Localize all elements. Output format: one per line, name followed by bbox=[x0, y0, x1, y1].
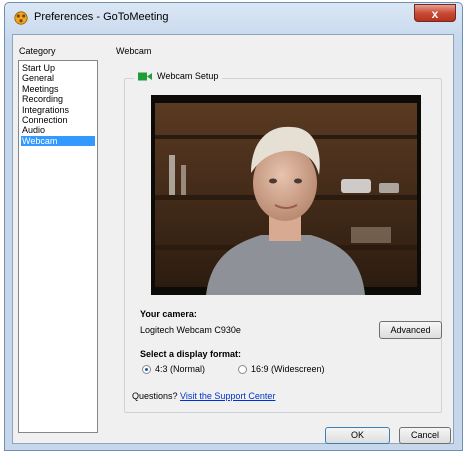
webcam-preview bbox=[151, 95, 421, 295]
category-item-meetings[interactable]: Meetings bbox=[21, 84, 97, 94]
category-item-recording[interactable]: Recording bbox=[21, 94, 97, 104]
category-item-start-up[interactable]: Start Up bbox=[21, 63, 97, 73]
support-line: Questions? Visit the Support Center bbox=[132, 391, 275, 401]
category-item-webcam[interactable]: Webcam bbox=[21, 135, 95, 147]
radio-normal[interactable] bbox=[142, 364, 151, 374]
gotomeeting-gear-icon bbox=[14, 11, 28, 25]
category-item-integrations[interactable]: Integrations bbox=[21, 105, 97, 115]
category-heading: Category bbox=[19, 46, 56, 56]
title-bar[interactable]: Preferences - GoToMeeting x bbox=[5, 3, 462, 33]
client-area: Category Start Up General Meetings Recor… bbox=[12, 34, 454, 444]
format-label: Select a display format: bbox=[140, 349, 242, 359]
questions-text: Questions? bbox=[132, 391, 178, 401]
support-center-link[interactable]: Visit the Support Center bbox=[180, 391, 275, 401]
category-list[interactable]: Start Up General Meetings Recording Inte… bbox=[18, 60, 98, 433]
radio-widescreen[interactable] bbox=[238, 364, 247, 374]
category-item-connection[interactable]: Connection bbox=[21, 115, 97, 125]
preferences-window: Preferences - GoToMeeting x Category Sta… bbox=[4, 2, 463, 451]
category-item-audio[interactable]: Audio bbox=[21, 125, 97, 135]
cancel-button[interactable]: Cancel bbox=[399, 427, 451, 444]
format-option-widescreen[interactable]: 16:9 (Widescreen) bbox=[238, 364, 325, 374]
camera-name: Logitech Webcam C930e bbox=[140, 325, 241, 335]
format-option-normal[interactable]: 4:3 (Normal) bbox=[142, 364, 205, 374]
webcam-icon bbox=[138, 72, 152, 80]
format-option-widescreen-label: 16:9 (Widescreen) bbox=[251, 364, 325, 374]
advanced-button[interactable]: Advanced bbox=[379, 321, 442, 339]
close-button[interactable]: x bbox=[414, 4, 456, 22]
window-title: Preferences - GoToMeeting bbox=[34, 11, 169, 23]
webcam-setup-title: Webcam Setup bbox=[134, 71, 223, 81]
panel-heading: Webcam bbox=[116, 46, 152, 56]
category-item-general[interactable]: General bbox=[21, 73, 97, 83]
camera-label: Your camera: bbox=[140, 309, 197, 319]
ok-button[interactable]: OK bbox=[325, 427, 390, 444]
format-option-normal-label: 4:3 (Normal) bbox=[155, 364, 206, 374]
webcam-setup-label: Webcam Setup bbox=[157, 71, 219, 81]
